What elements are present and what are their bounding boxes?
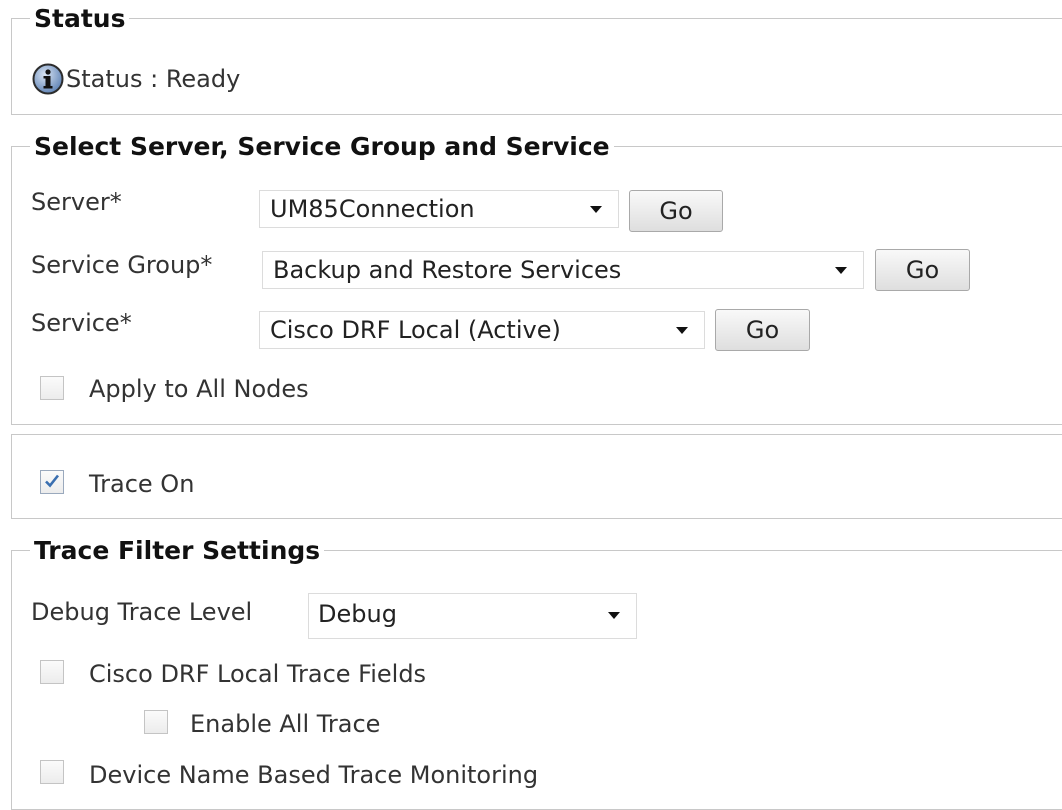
device-name-monitoring-label: Device Name Based Trace Monitoring: [89, 761, 539, 789]
device-name-monitoring-checkbox[interactable]: [40, 760, 64, 784]
local-trace-fields-label: Cisco DRF Local Trace Fields: [89, 660, 427, 688]
service-group-label: Service Group*: [31, 251, 213, 279]
server-go-button[interactable]: Go: [629, 190, 723, 232]
chevron-down-icon: [590, 206, 602, 213]
debug-trace-level-label: Debug Trace Level: [31, 598, 253, 626]
service-group-select-value: Backup and Restore Services: [273, 256, 622, 284]
service-group-select[interactable]: Backup and Restore Services: [262, 251, 864, 289]
trace-on-label: Trace On: [89, 470, 195, 498]
debug-trace-level-value: Debug: [318, 600, 397, 628]
chevron-down-icon: [835, 267, 847, 274]
server-label: Server*: [31, 188, 122, 216]
service-select-value: Cisco DRF Local (Active): [270, 316, 561, 344]
chevron-down-icon: [608, 612, 620, 619]
apply-all-nodes-checkbox[interactable]: [40, 376, 64, 400]
server-select[interactable]: UM85Connection: [259, 190, 619, 228]
trace-filter-legend: Trace Filter Settings: [30, 537, 325, 565]
apply-all-nodes-label: Apply to All Nodes: [89, 375, 309, 403]
enable-all-trace-checkbox[interactable]: [144, 710, 168, 734]
info-icon: [32, 63, 64, 95]
service-go-button[interactable]: Go: [715, 309, 810, 351]
enable-all-trace-label: Enable All Trace: [190, 710, 381, 738]
select-server-legend: Select Server, Service Group and Service: [30, 133, 614, 161]
service-select[interactable]: Cisco DRF Local (Active): [259, 311, 705, 349]
status-legend: Status: [30, 5, 130, 33]
service-label: Service*: [31, 309, 132, 337]
checkmark-icon: [45, 474, 60, 488]
chevron-down-icon: [676, 327, 688, 334]
debug-trace-level-select[interactable]: Debug: [308, 593, 637, 639]
local-trace-fields-checkbox[interactable]: [40, 660, 64, 684]
status-text: Status : Ready: [66, 65, 241, 93]
trace-on-checkbox[interactable]: [40, 470, 64, 494]
server-select-value: UM85Connection: [270, 195, 475, 223]
service-group-go-button[interactable]: Go: [875, 249, 970, 291]
